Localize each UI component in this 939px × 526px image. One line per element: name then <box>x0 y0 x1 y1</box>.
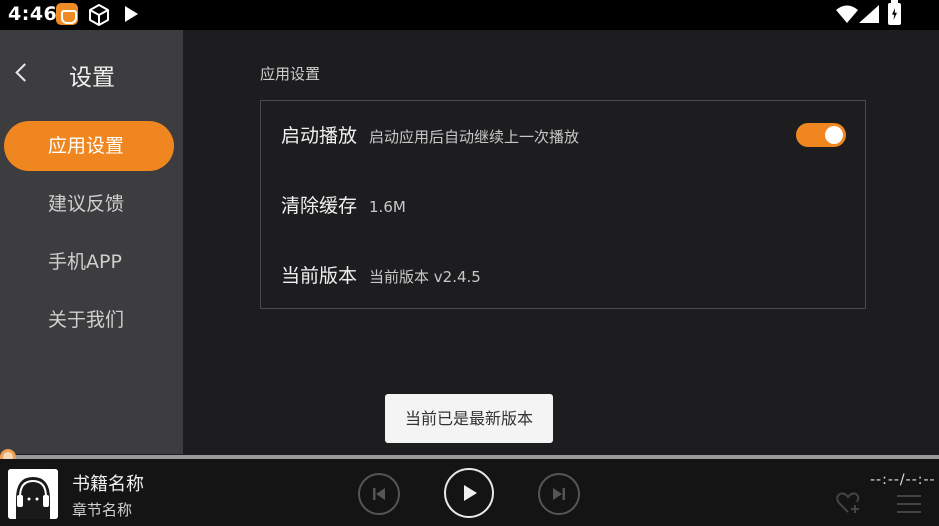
previous-button[interactable] <box>358 473 400 515</box>
battery-charging-icon <box>888 0 901 25</box>
status-bar: 4:46 <box>0 0 939 30</box>
status-time: 4:46 <box>8 3 58 25</box>
play-icon <box>464 485 477 501</box>
skip-previous-icon <box>373 488 385 500</box>
sidebar-item-label: 关于我们 <box>48 309 125 331</box>
version-text: 当前版本 v2.4.5 <box>369 268 481 286</box>
headphones-avatar-icon <box>8 469 58 519</box>
chapter-name: 章节名称 <box>72 501 133 519</box>
auto-play-toggle[interactable] <box>796 123 846 147</box>
sidebar-item-label: 建议反馈 <box>48 193 125 215</box>
sidebar-item-mobile-app[interactable]: 手机APP <box>4 237 174 287</box>
sidebar-item-about-us[interactable]: 关于我们 <box>4 295 174 345</box>
setting-name: 清除缓存 <box>281 195 358 217</box>
playlist-icon[interactable] <box>897 493 921 515</box>
setting-row-clear-cache[interactable]: 清除缓存 1.6M <box>281 191 406 221</box>
cube-icon <box>89 4 109 26</box>
setting-description: 启动应用后自动继续上一次播放 <box>369 128 580 146</box>
back-button[interactable] <box>10 60 36 86</box>
settings-sidebar: 设置 应用设置 建议反馈 手机APP 关于我们 <box>0 30 183 454</box>
book-cover[interactable] <box>8 469 58 519</box>
media-play-status-icon <box>125 6 138 22</box>
mini-player: 书籍名称 章节名称 --:--/--:-- <box>0 459 939 526</box>
settings-card: 启动播放 启动应用后自动继续上一次播放 清除缓存 1.6M 当前版本 当前版本 … <box>260 100 866 309</box>
setting-row-current-version[interactable]: 当前版本 当前版本 v2.4.5 <box>281 261 481 291</box>
play-button[interactable] <box>444 468 494 518</box>
sidebar-item-label: 应用设置 <box>48 135 125 157</box>
favorite-add-icon[interactable] <box>836 491 862 515</box>
sidebar-item-label: 手机APP <box>48 251 122 273</box>
toast-message: 当前已是最新版本 <box>385 394 553 443</box>
setting-row-auto-play[interactable]: 启动播放 启动应用后自动继续上一次播放 <box>281 121 579 151</box>
section-title: 应用设置 <box>260 65 321 83</box>
cache-size: 1.6M <box>369 198 406 216</box>
playback-time: --:--/--:-- <box>870 472 936 488</box>
toggle-knob <box>825 126 843 144</box>
next-button[interactable] <box>538 473 580 515</box>
page-title: 设置 <box>69 65 115 91</box>
setting-name: 启动播放 <box>281 125 358 147</box>
book-name: 书籍名称 <box>72 474 144 495</box>
app-notification-icon <box>56 3 78 25</box>
wifi-icon <box>836 5 858 23</box>
skip-next-icon <box>553 488 565 500</box>
setting-name: 当前版本 <box>281 265 358 287</box>
sidebar-item-feedback[interactable]: 建议反馈 <box>4 179 174 229</box>
cell-signal-icon <box>859 5 879 23</box>
sidebar-item-app-settings[interactable]: 应用设置 <box>4 121 174 171</box>
